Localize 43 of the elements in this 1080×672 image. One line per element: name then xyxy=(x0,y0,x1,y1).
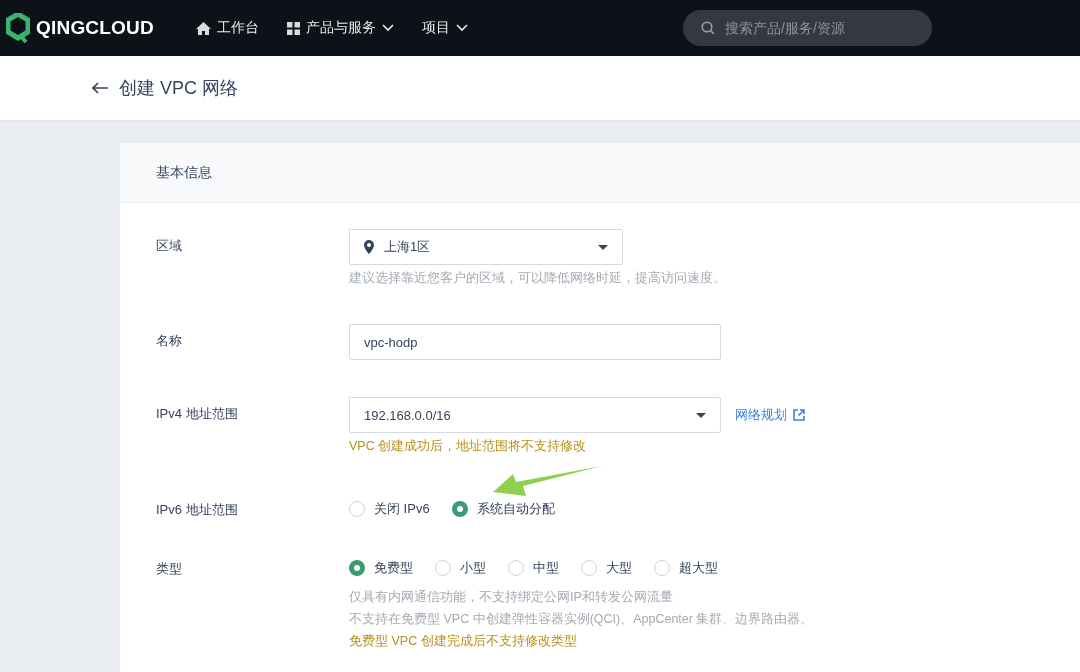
name-input[interactable]: vpc-hodp xyxy=(349,324,721,360)
home-icon xyxy=(196,21,211,35)
radio-option[interactable]: 免费型 xyxy=(349,559,413,577)
grid-icon xyxy=(287,21,300,35)
field-label: 区域 xyxy=(156,237,183,255)
field-label: IPv6 地址范围 xyxy=(156,501,239,519)
field-label: 名称 xyxy=(156,332,183,350)
hint-text: 仅具有内网通信功能，不支持绑定公网IP和转发公网流量 xyxy=(349,589,674,606)
radio-option[interactable]: 超大型 xyxy=(654,559,718,577)
chevron-down-icon xyxy=(382,24,394,32)
hint-text: 不支持在免费型 VPC 中创建弹性容器实例(QCI)、AppCenter 集群、边界路由器。 xyxy=(349,611,815,628)
nav-item[interactable]: 项目 xyxy=(422,19,468,37)
back-button[interactable] xyxy=(92,82,109,94)
hint-text: 建议选择靠近您客户的区域，可以降低网络时延，提高访问速度。 xyxy=(349,270,727,287)
back-arrow-icon xyxy=(92,82,109,94)
field-label: IPv4 地址范围 xyxy=(156,405,239,423)
radio-button[interactable] xyxy=(349,560,365,576)
page-title: 创建 VPC 网络 xyxy=(119,77,238,100)
network-plan-link[interactable]: 网络规划 xyxy=(735,406,805,424)
nav-item[interactable]: 产品与服务 xyxy=(287,19,394,37)
radio-option[interactable]: 系统自动分配 xyxy=(451,500,555,518)
caret-icon xyxy=(598,244,608,250)
select-field[interactable]: 上海1区 xyxy=(349,229,623,265)
warning-text: 免费型 VPC 创建完成后不支持修改类型 xyxy=(349,633,578,650)
radio-option[interactable]: 关闭 IPv6 xyxy=(349,500,430,518)
radio-option[interactable]: 大型 xyxy=(581,559,632,577)
caret-icon xyxy=(696,412,706,418)
chevron-down-icon xyxy=(456,24,468,32)
nav-item[interactable]: 工作台 xyxy=(196,19,259,37)
warning-text: VPC 创建成功后，地址范围将不支持修改 xyxy=(349,438,588,455)
search-field[interactable]: 搜索产品/服务/资源 xyxy=(683,10,932,46)
radio-option[interactable]: 小型 xyxy=(435,559,486,577)
location-pin-icon xyxy=(364,240,374,254)
radio-option[interactable]: 中型 xyxy=(508,559,559,577)
logo-icon xyxy=(6,13,30,43)
brand-name: QINGCLOUD xyxy=(36,17,154,39)
radio-button[interactable] xyxy=(451,501,468,517)
field-label: 类型 xyxy=(156,560,183,578)
select-field[interactable]: 192.168.0.0/16 xyxy=(349,397,721,433)
section-title: 基本信息 xyxy=(156,163,212,182)
external-link-icon xyxy=(793,409,805,421)
search-icon xyxy=(701,21,715,35)
search-input[interactable]: 搜索产品/服务/资源 xyxy=(723,19,913,37)
